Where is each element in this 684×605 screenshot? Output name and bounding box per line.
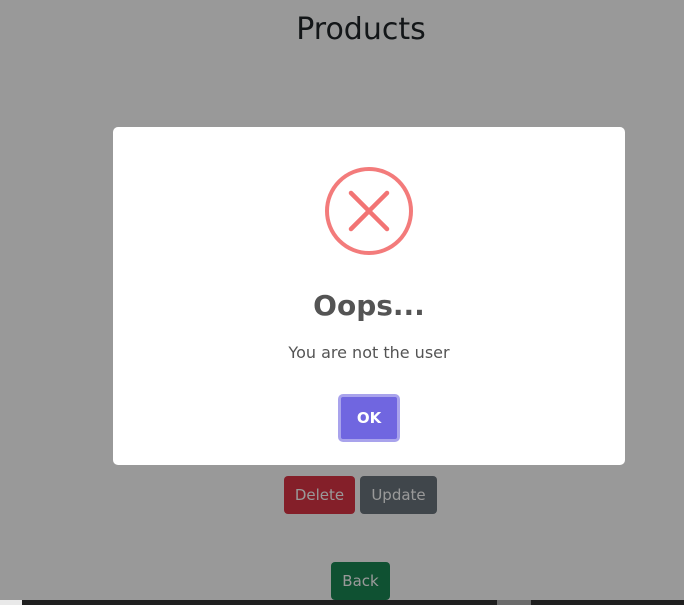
- taskbar: [0, 600, 684, 605]
- dialog-message: You are not the user: [288, 343, 450, 362]
- modal-backdrop[interactable]: Oops... You are not the user OK: [0, 0, 684, 600]
- taskbar-start-area: [0, 600, 22, 605]
- dialog-title: Oops...: [313, 289, 425, 322]
- error-x-icon: [325, 167, 413, 255]
- ok-button[interactable]: OK: [338, 394, 400, 442]
- alert-dialog: Oops... You are not the user OK: [113, 127, 625, 465]
- taskbar-item: [497, 600, 531, 605]
